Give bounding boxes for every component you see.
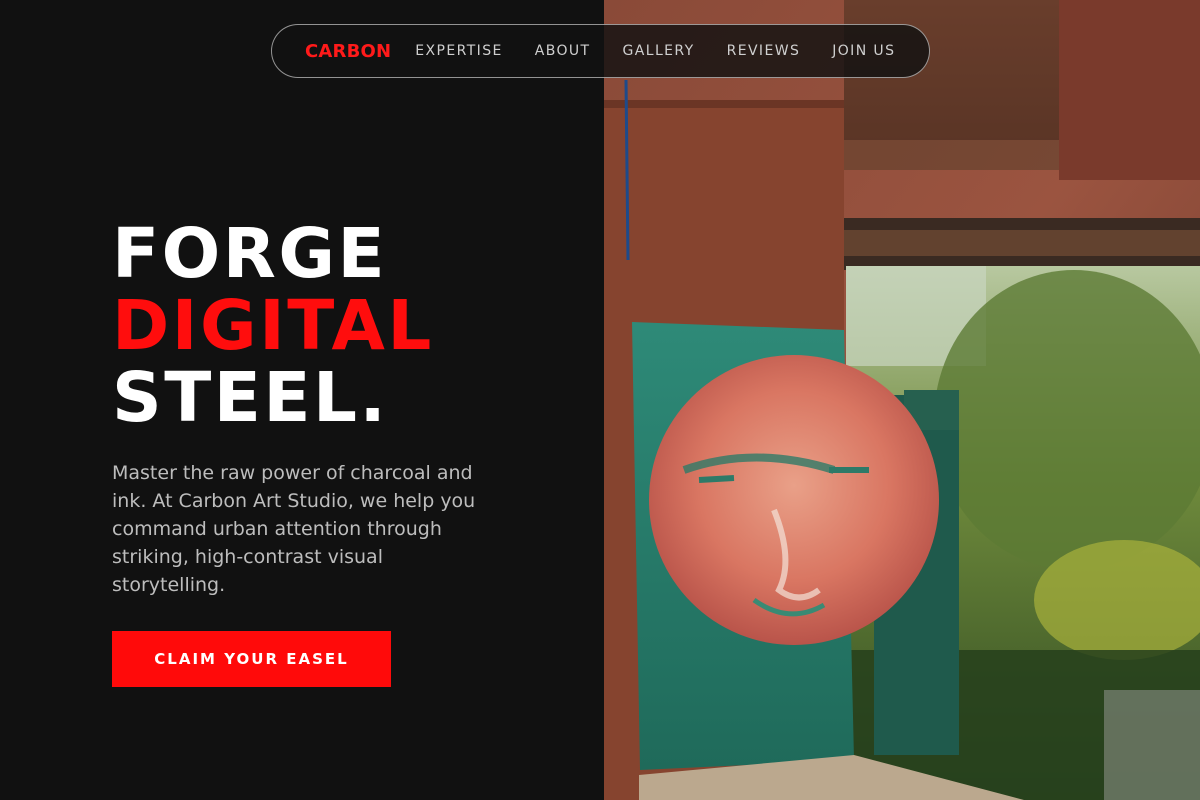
headline-line-2: DIGITAL (112, 286, 434, 366)
top-nav-bar: CARBON EXPERTISE ABOUT GALLERY REVIEWS J… (271, 24, 930, 78)
nav-link-join-us[interactable]: JOIN US (832, 43, 895, 59)
headline-line-3: STEEL. (112, 358, 389, 438)
claim-your-easel-button[interactable]: CLAIM YOUR EASEL (112, 631, 391, 687)
hero-headline: FORGE DIGITAL STEEL. (112, 218, 434, 434)
nav-link-expertise[interactable]: EXPERTISE (415, 43, 502, 59)
hero-photo (604, 0, 1200, 800)
carbon-logo[interactable]: CARBON (305, 41, 391, 62)
nav-link-about[interactable]: ABOUT (535, 43, 591, 59)
hero-subtext: Master the raw power of charcoal and ink… (112, 462, 476, 596)
nav-link-gallery[interactable]: GALLERY (623, 43, 695, 59)
headline-line-1: FORGE (112, 214, 388, 294)
nav-link-reviews[interactable]: REVIEWS (727, 43, 801, 59)
